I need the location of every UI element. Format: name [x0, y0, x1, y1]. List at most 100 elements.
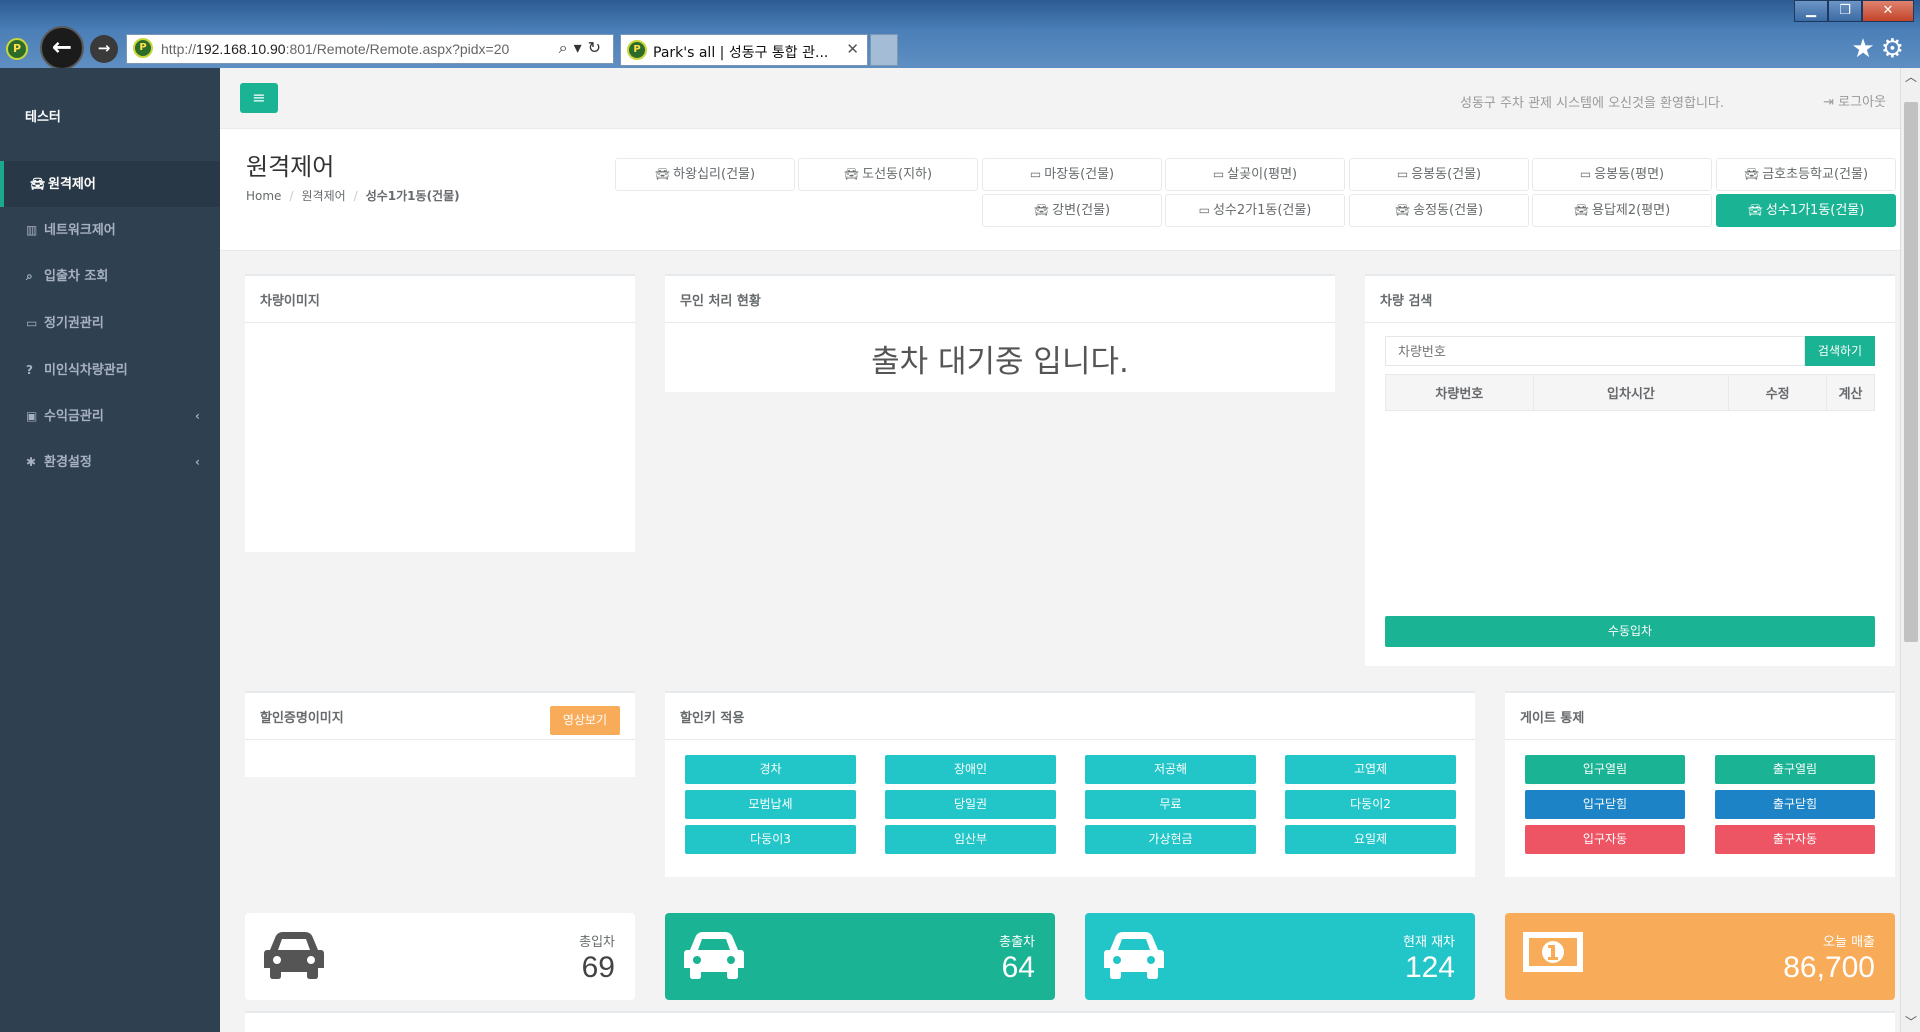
logout-label: 로그아웃: [1838, 95, 1886, 110]
refresh-icon[interactable]: ↻: [588, 38, 607, 57]
app-root: 테스터 🚘︎ 원격제어 ▥ 네트워크제어 ⌕ 입출차 조회 ▭ 정기권관리 ? 미인식차량…: [0, 68, 1920, 1032]
gear-icon: ✱: [26, 455, 37, 469]
next-section-panel: [245, 1011, 1895, 1032]
breadcrumb-home[interactable]: Home: [246, 189, 281, 203]
column-header[interactable]: 계산: [1826, 374, 1875, 411]
sidebar-item-label: 입출차 조회: [44, 269, 109, 284]
discount-button[interactable]: 다둥이2: [1285, 790, 1456, 819]
discount-button[interactable]: 장애인: [885, 755, 1056, 784]
vehicle-image-panel: 차량이미지: [245, 274, 635, 552]
scrollbar-thumb[interactable]: [1904, 102, 1918, 642]
site-button-majang[interactable]: ▭ 마장동(건물): [982, 158, 1162, 191]
site-button-eungbong-building[interactable]: ▭ 응봉동(건물): [1349, 158, 1529, 191]
entrance-close-button[interactable]: 입구닫힘: [1525, 790, 1685, 819]
column-header[interactable]: 입차시간: [1532, 374, 1730, 411]
breadcrumb-section[interactable]: 원격제어: [301, 189, 345, 203]
site-button-songjeong[interactable]: 🚘︎ 송정동(건물): [1349, 194, 1529, 227]
browser-tab[interactable]: P Park's all | 성동구 통합 관... ✕: [620, 34, 868, 66]
page-title: 원격제어: [246, 153, 335, 181]
sidebar-item-network-control[interactable]: ▥ 네트워크제어: [0, 207, 220, 253]
entrance-open-button[interactable]: 입구열림: [1525, 755, 1685, 784]
logout-link[interactable]: ⇥ 로그아웃: [1823, 91, 1886, 110]
entrance-auto-button[interactable]: 입구자동: [1525, 825, 1685, 854]
address-bar[interactable]: P http://192.168.10.90:801/Remote/Remote…: [126, 34, 614, 64]
sidebar-item-remote-control[interactable]: 🚘︎ 원격제어: [0, 161, 220, 207]
sidebar-item-entry-exit-lookup[interactable]: ⌕ 입출차 조회: [0, 253, 220, 299]
site-button-geumho-school[interactable]: 🚘︎ 금호초등학교(건물): [1716, 158, 1896, 191]
breadcrumb-current: 성수1가1동(건물): [365, 189, 460, 203]
site-favicon-icon: P: [6, 38, 28, 60]
view-video-button[interactable]: 영상보기: [550, 706, 620, 735]
discount-button[interactable]: 경차: [685, 755, 856, 784]
maximize-button[interactable]: ❐: [1828, 0, 1862, 22]
close-window-button[interactable]: ✕: [1862, 0, 1914, 22]
discount-button[interactable]: 고엽제: [1285, 755, 1456, 784]
site-button-gangbyeon[interactable]: 🚘︎ 강변(건물): [982, 194, 1162, 227]
discount-button[interactable]: 가상현금: [1085, 825, 1256, 854]
address-tools: ⌕▾↻: [559, 38, 607, 58]
page-scrollbar[interactable]: ︿ ﹀: [1900, 68, 1920, 1032]
column-header[interactable]: 수정: [1728, 374, 1828, 411]
exit-close-button[interactable]: 출구닫힘: [1715, 790, 1875, 819]
sidebar-item-pass-management[interactable]: ▭ 정기권관리: [0, 300, 220, 346]
car-icon: [683, 930, 745, 984]
car-icon: 🚘︎: [1033, 203, 1050, 217]
minimize-button[interactable]: ▁: [1794, 0, 1828, 22]
forward-button[interactable]: →: [90, 35, 118, 63]
discount-button[interactable]: 임산부: [885, 825, 1056, 854]
column-header[interactable]: 차량번호: [1385, 374, 1534, 411]
hamburger-icon: ≡: [252, 88, 266, 107]
breadcrumb: Home / 원격제어 / 성수1가1동(건물): [246, 189, 460, 203]
scroll-down-icon[interactable]: ﹀: [1901, 1013, 1920, 1030]
discount-button[interactable]: 무료: [1085, 790, 1256, 819]
search-icon: ⌕: [26, 269, 33, 283]
car-icon: [1103, 930, 1165, 984]
tab-title: Park's all | 성동구 통합 관...: [653, 45, 829, 61]
site-button-seongsu1ga1dong[interactable]: 🚘︎ 성수1가1동(건물): [1716, 194, 1896, 227]
table-header-row: 차량번호 입차시간 수정 계산: [1385, 374, 1875, 411]
favorites-star-icon[interactable]: ★: [1851, 34, 1880, 64]
status-message: 출차 대기중 입니다.: [871, 344, 1129, 380]
tab-close-icon[interactable]: ✕: [846, 40, 859, 58]
exit-open-button[interactable]: 출구열림: [1715, 755, 1875, 784]
sidebar-item-unrecognized-vehicles[interactable]: ? 미인식차량관리: [0, 347, 220, 393]
stat-value: 86,700: [1783, 951, 1875, 984]
settings-gear-icon[interactable]: ⚙: [1881, 34, 1910, 64]
discount-button[interactable]: 저공해: [1085, 755, 1256, 784]
credit-card-icon: ▭: [1396, 167, 1409, 181]
sidebar-item-settings[interactable]: ✱ 환경설정 ‹: [0, 439, 220, 485]
new-tab-button[interactable]: [870, 34, 898, 66]
panel-title: 게이트 통제: [1505, 693, 1895, 740]
menu-toggle-button[interactable]: ≡: [240, 83, 278, 113]
sidebar-item-revenue[interactable]: ▣ 수익금관리 ‹: [0, 393, 220, 439]
discount-button[interactable]: 다둥이3: [685, 825, 856, 854]
sidebar-item-label: 원격제어: [48, 177, 96, 192]
site-button-salgoji[interactable]: ▭ 살곶이(평면): [1165, 158, 1345, 191]
back-button[interactable]: ←: [40, 26, 84, 70]
exit-auto-button[interactable]: 출구자동: [1715, 825, 1875, 854]
discount-button[interactable]: 당일권: [885, 790, 1056, 819]
bar-chart-icon: ▥: [26, 223, 38, 237]
panel-title: 할인키 적용: [665, 693, 1475, 740]
manual-entry-button[interactable]: 수동입차: [1385, 616, 1875, 647]
dropdown-arrow-icon[interactable]: ▾: [574, 38, 588, 57]
address-favicon-icon: P: [133, 38, 153, 58]
site-button-yongdap2[interactable]: 🚘︎ 용답제2(평면): [1532, 194, 1712, 227]
window-controls: ▁ ❐ ✕: [1794, 0, 1914, 22]
search-button[interactable]: 검색하기: [1805, 336, 1875, 366]
discount-button[interactable]: 요일제: [1285, 825, 1456, 854]
credit-card-icon: ▭: [1198, 203, 1210, 217]
scroll-up-icon[interactable]: ︿: [1901, 68, 1920, 85]
plate-number-input[interactable]: [1385, 336, 1805, 366]
search-icon[interactable]: ⌕: [559, 38, 574, 57]
site-button-seongsu2ga1dong[interactable]: ▭ 성수2가1동(건물): [1165, 194, 1345, 227]
sidebar-item-label: 네트워크제어: [44, 223, 116, 238]
stat-current-parked: 현재 재차 124: [1085, 913, 1475, 1000]
discount-button[interactable]: 모범납세: [685, 790, 856, 819]
site-button-doseon[interactable]: 🚘︎ 도선동(지하): [798, 158, 978, 191]
stat-label: 총출차: [999, 935, 1035, 950]
page-heading: 원격제어 Home / 원격제어 / 성수1가1동(건물) 🚘︎ 하왕십리(건물) 🚘︎ 도…: [220, 129, 1900, 251]
site-button-hawangsimni[interactable]: 🚘︎ 하왕십리(건물): [615, 158, 795, 191]
site-button-eungbong-flat[interactable]: ▭ 응봉동(평면): [1532, 158, 1712, 191]
stat-label: 현재 재차: [1403, 935, 1455, 950]
